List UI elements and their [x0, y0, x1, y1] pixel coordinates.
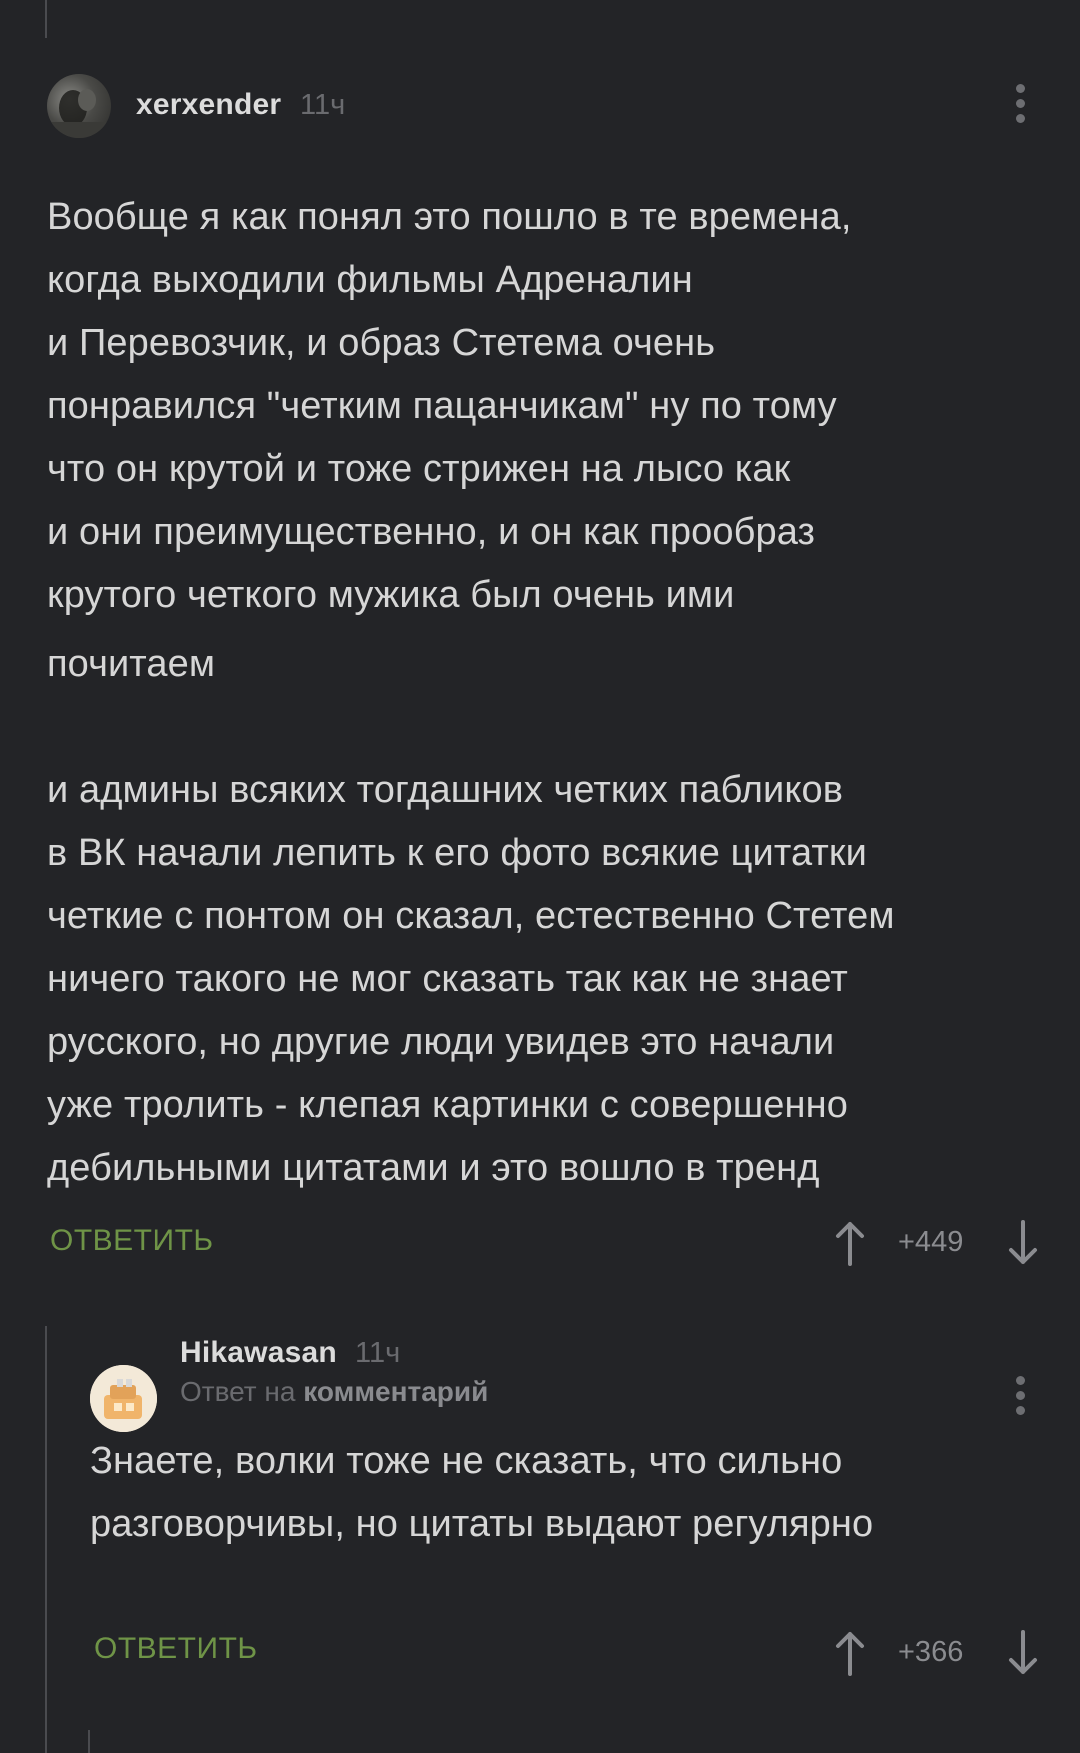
avatar[interactable]	[47, 74, 111, 138]
comment-line: в ВК начали лепить к его фото всякие цит…	[47, 832, 867, 874]
reply-target-link[interactable]: комментарий	[303, 1376, 488, 1407]
comment-line: русского, но другие люди увидев это нача…	[47, 1021, 835, 1063]
vote-controls: +366	[830, 1628, 1050, 1678]
reply-reference: Ответ на комментарий	[180, 1376, 488, 1408]
thread-line	[88, 1730, 90, 1753]
comment-line: что он крутой и тоже стрижен на лысо как	[47, 448, 791, 490]
vote-controls: +449	[830, 1218, 1050, 1268]
more-vertical-icon[interactable]	[1016, 84, 1026, 129]
thread-line	[45, 0, 47, 38]
reply-prefix: Ответ на	[180, 1376, 296, 1407]
avatar[interactable]	[90, 1365, 157, 1432]
username[interactable]: xerxender	[136, 88, 281, 122]
comment-line: Вообще я как понял это пошло в те времен…	[47, 196, 852, 238]
comment-line: крутого четкого мужика был очень ими	[47, 574, 735, 616]
comment-line: уже тролить - клепая картинки с совершен…	[47, 1084, 848, 1126]
username[interactable]: Hikawasan	[180, 1336, 337, 1370]
arrow-down-icon[interactable]	[1003, 1218, 1043, 1268]
arrow-down-icon[interactable]	[1003, 1628, 1043, 1678]
timestamp: 11ч	[355, 1337, 401, 1369]
comment-line: дебильными цитатами и это вошло в тренд	[47, 1147, 820, 1189]
comment-line: и админы всяких тогдашних четких паблико…	[47, 769, 843, 811]
comment-line: четкие с понтом он сказал, естественно С…	[47, 895, 895, 937]
timestamp: 11ч	[300, 89, 346, 121]
comment-text: Вообще я как понял это пошло в те времен…	[47, 186, 1057, 1200]
arrow-up-icon[interactable]	[830, 1218, 870, 1268]
rating-score: +366	[898, 1636, 964, 1668]
arrow-up-icon[interactable]	[830, 1628, 870, 1678]
comment-line: и Перевозчик, и образ Стетема очень	[47, 322, 716, 364]
comment-line: ничего такого не мог сказать так как не …	[47, 958, 848, 1000]
comment-line: разговорчивы, но цитаты выдают регулярно	[90, 1503, 874, 1545]
rating-score: +449	[898, 1226, 964, 1258]
comment-line: когда выходили фильмы Адреналин	[47, 259, 693, 301]
thread-line	[45, 1326, 47, 1753]
more-vertical-icon[interactable]	[1016, 1376, 1026, 1421]
reply-button[interactable]: ОТВЕТИТЬ	[94, 1632, 258, 1666]
comment-line: и они преимущественно, и он как прообраз	[47, 511, 816, 553]
comment-text: Знаете, волки тоже не сказать, что сильн…	[90, 1430, 1070, 1556]
reply-button[interactable]: ОТВЕТИТЬ	[50, 1224, 214, 1258]
comment-line: понравился "четким пацанчикам" ну по том…	[47, 385, 837, 427]
comment-line: Знаете, волки тоже не сказать, что сильн…	[90, 1440, 843, 1482]
comment-line: почитаем	[47, 643, 216, 685]
